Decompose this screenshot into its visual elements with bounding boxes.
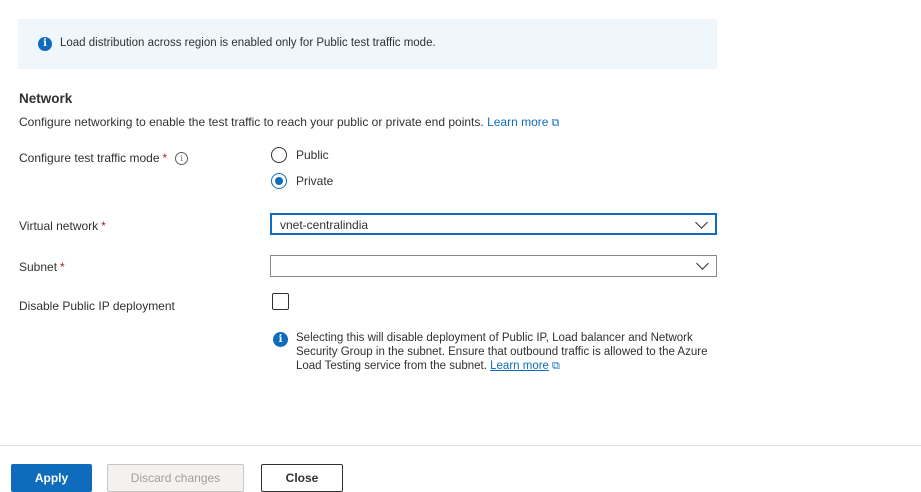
note-learn-more-link[interactable]: Learn more — [490, 360, 549, 372]
chevron-down-icon — [695, 216, 708, 229]
radio-private-label: Private — [296, 174, 334, 188]
traffic-mode-label: Configure test traffic mode * i — [19, 151, 189, 165]
external-link-icon: ⧉ — [551, 360, 560, 372]
radio-public-label: Public — [296, 148, 329, 162]
close-button[interactable]: Close — [261, 464, 343, 492]
required-mark: * — [60, 260, 65, 274]
traffic-mode-label-text: Configure test traffic mode — [19, 151, 160, 165]
disable-public-ip-label: Disable Public IP deployment — [19, 299, 175, 313]
required-mark: * — [162, 151, 168, 165]
info-filled-icon: i — [273, 332, 288, 347]
discard-changes-button[interactable]: Discard changes — [107, 464, 244, 492]
subnet-dropdown[interactable] — [270, 255, 717, 277]
info-message-text: Load distribution across region is enabl… — [60, 37, 436, 49]
info-circle-icon[interactable]: i — [175, 152, 189, 165]
apply-button[interactable]: Apply — [11, 464, 92, 492]
disable-public-ip-note: Selecting this will disable deployment o… — [296, 331, 716, 373]
virtual-network-value: vnet-centralindia — [280, 218, 369, 232]
virtual-network-dropdown[interactable]: vnet-centralindia — [270, 213, 717, 235]
virtual-network-label-text: Virtual network — [19, 219, 99, 233]
radio-public[interactable]: Public — [271, 147, 329, 163]
radio-button-selected-icon[interactable] — [271, 173, 287, 189]
network-section-title: Network — [19, 91, 73, 106]
info-filled-icon: i — [38, 37, 52, 51]
subnet-label-text: Subnet — [19, 260, 58, 274]
info-message-bar: i Load distribution across region is ena… — [18, 19, 717, 69]
required-mark: * — [101, 219, 106, 233]
footer-divider — [0, 445, 921, 446]
subnet-label: Subnet * — [19, 260, 65, 274]
radio-private[interactable]: Private — [271, 173, 333, 189]
learn-more-link[interactable]: Learn more ⧉ — [487, 115, 559, 129]
disable-public-ip-checkbox[interactable] — [272, 293, 289, 310]
network-section-description: Configure networking to enable the test … — [19, 115, 559, 130]
chevron-down-icon — [696, 257, 709, 270]
external-link-icon: ⧉ — [551, 117, 560, 129]
virtual-network-label: Virtual network * — [19, 219, 106, 233]
radio-button-icon[interactable] — [271, 147, 287, 163]
network-description-text: Configure networking to enable the test … — [19, 115, 484, 129]
